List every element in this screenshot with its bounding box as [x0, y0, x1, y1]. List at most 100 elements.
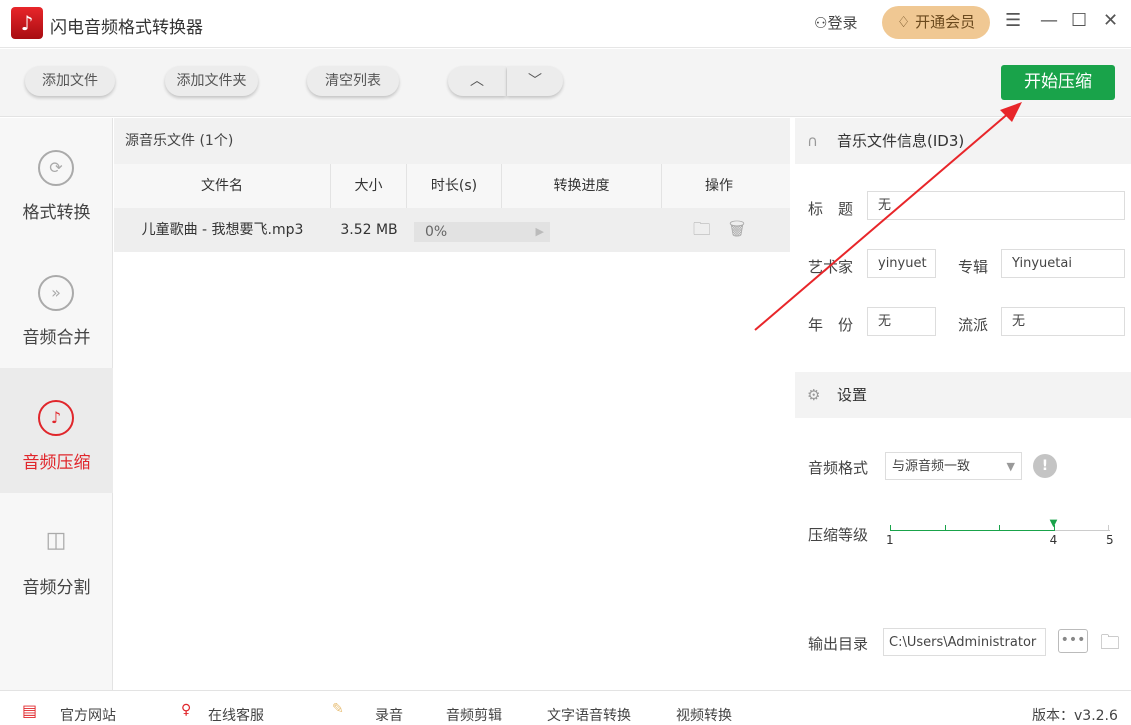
- split-icon: ◫: [45, 528, 67, 553]
- website-icon: ▤: [22, 701, 38, 720]
- progress-bar: 0% ▶: [414, 222, 550, 242]
- sidebar-item-audio-split[interactable]: ◫ 音频分割: [0, 493, 113, 618]
- maximize-icon[interactable]: ☐: [1071, 10, 1087, 31]
- slider-tick: [890, 525, 891, 531]
- audio-edit-link[interactable]: 音频剪辑: [446, 705, 502, 725]
- website-link[interactable]: 官方网站: [60, 705, 116, 725]
- actions-cell: 🗀 🗑: [662, 208, 776, 252]
- album-label: 专辑: [958, 258, 989, 276]
- close-icon[interactable]: ✕: [1103, 10, 1118, 31]
- column-size: 大小: [331, 164, 407, 208]
- gear-icon: ⚙: [807, 386, 821, 404]
- table-header: 文件名 大小 时长(s) 转换进度 操作: [114, 164, 790, 208]
- compression-slider[interactable]: ▼ 1 4 5: [886, 518, 1114, 558]
- sidebar-item-label: 格式转换: [22, 203, 91, 223]
- year-field[interactable]: 无: [867, 307, 936, 336]
- output-path-field[interactable]: C:\Users\Administrator: [883, 628, 1046, 656]
- video-convert-link[interactable]: 视频转换: [676, 705, 732, 725]
- support-icon: ♀: [181, 702, 192, 718]
- login-label: 登录: [827, 14, 858, 32]
- format-select[interactable]: 与源音频一致 ▼: [885, 452, 1022, 480]
- id3-header: ∩ 音乐文件信息(ID3): [795, 118, 1131, 164]
- level-label: 压缩等级: [808, 526, 869, 544]
- file-list: 源音乐文件 (1个) 文件名 大小 时长(s) 转换进度 操作 儿童歌曲 - 我…: [114, 118, 790, 690]
- file-size: 3.52 MB: [340, 222, 398, 238]
- level-min-label: 1: [886, 533, 894, 547]
- year-label: 年 份: [808, 316, 854, 334]
- trash-icon[interactable]: 🗑: [729, 219, 745, 240]
- login-button[interactable]: ⚇登录: [814, 12, 857, 33]
- sidebar: ⟳ 格式转换 » 音频合并 ♪ 音频压缩 ◫ 音频分割: [0, 118, 113, 690]
- sidebar-item-audio-merge[interactable]: » 音频合并: [0, 243, 113, 368]
- column-actions: 操作: [705, 178, 733, 194]
- slider-tick: [944, 525, 946, 531]
- progress-text: 0%: [425, 224, 448, 240]
- title-field[interactable]: 无: [867, 191, 1125, 220]
- app-logo-icon: ♪: [11, 7, 43, 39]
- minimize-icon[interactable]: —: [1040, 10, 1058, 31]
- id3-title: 音乐文件信息(ID3): [837, 132, 965, 150]
- music-note-icon: ♪: [38, 400, 74, 436]
- app-title: 闪电音频格式转换器: [50, 18, 203, 38]
- menu-icon[interactable]: ☰: [1005, 10, 1021, 31]
- settings-header: ⚙ 设置: [795, 372, 1131, 418]
- play-icon[interactable]: ▶: [536, 222, 544, 242]
- diamond-icon: ♢: [896, 13, 916, 31]
- output-label: 输出目录: [808, 635, 869, 653]
- genre-field[interactable]: 无: [1001, 307, 1125, 336]
- clear-list-button[interactable]: 清空列表: [307, 66, 399, 96]
- browse-button[interactable]: •••: [1058, 629, 1088, 653]
- chevron-down-icon: ﹀: [528, 73, 542, 89]
- artist-field[interactable]: yinyuet: [867, 249, 936, 278]
- user-icon: ⚇: [814, 14, 828, 32]
- sidebar-item-label: 音频合并: [22, 328, 91, 348]
- dropdown-arrow-icon: ▼: [1006, 460, 1015, 473]
- file-list-header: 源音乐文件 (1个): [114, 118, 790, 164]
- title-label: 标 题: [808, 200, 854, 218]
- column-progress: 转换进度: [502, 164, 662, 208]
- format-label: 音频格式: [808, 459, 869, 477]
- add-file-button[interactable]: 添加文件: [25, 66, 115, 96]
- headphones-icon: ∩: [807, 132, 818, 150]
- version-label: 版本：v3.2.6: [1032, 708, 1118, 724]
- chevron-up-icon: ︿: [470, 73, 484, 89]
- level-value-label: 4: [1049, 533, 1058, 547]
- sidebar-item-audio-compress[interactable]: ♪ 音频压缩: [0, 368, 113, 493]
- footer: ▤ 官方网站 ♀ 在线客服 ✎ 录音 音频剪辑 文字语音转换 视频转换 版本：v…: [0, 690, 1131, 725]
- record-icon: ✎: [332, 701, 344, 717]
- record-link[interactable]: 录音: [375, 705, 403, 725]
- sidebar-item-label: 音频分割: [22, 578, 91, 598]
- sidebar-item-format-convert[interactable]: ⟳ 格式转换: [0, 118, 113, 243]
- toolbar: 添加文件 添加文件夹 清空列表 ︿ ﹀ 开始压缩: [0, 49, 1131, 117]
- vip-label: 开通会员: [915, 13, 976, 31]
- more-icon: •••: [1060, 632, 1086, 648]
- slider-thumb[interactable]: ▼: [1050, 518, 1058, 529]
- file-name: 儿童歌曲 - 我想要飞.mp3: [141, 222, 304, 238]
- level-max-label: 5: [1106, 533, 1114, 547]
- tts-link[interactable]: 文字语音转换: [547, 705, 631, 725]
- support-link[interactable]: 在线客服: [208, 705, 264, 725]
- add-folder-button[interactable]: 添加文件夹: [165, 66, 258, 96]
- merge-icon: »: [38, 275, 74, 311]
- artist-label: 艺术家: [808, 258, 854, 276]
- column-duration: 时长(s): [407, 164, 502, 208]
- refresh-icon: ⟳: [38, 150, 74, 186]
- start-compress-button[interactable]: 开始压缩: [1001, 65, 1115, 100]
- slider-fill: [890, 530, 1054, 531]
- right-panel: ∩ 音乐文件信息(ID3) 标 题 无 艺术家 yinyuet 专辑 Yinyue…: [795, 118, 1131, 690]
- sidebar-item-label: 音频压缩: [22, 453, 91, 473]
- open-folder-icon[interactable]: 🗀: [1100, 628, 1120, 662]
- column-filename: 文件名: [114, 164, 331, 208]
- slider-tick: [999, 525, 1000, 531]
- genre-label: 流派: [958, 316, 989, 334]
- album-field[interactable]: Yinyuetai: [1001, 249, 1125, 278]
- slider-tick: [1108, 525, 1109, 531]
- move-up-button[interactable]: ︿: [448, 66, 506, 96]
- settings-title: 设置: [837, 386, 868, 404]
- vip-button[interactable]: ♢ 开通会员: [882, 6, 990, 39]
- format-value: 与源音频一致: [892, 459, 971, 474]
- move-down-button[interactable]: ﹀: [507, 66, 563, 96]
- title-bar: ♪ 闪电音频格式转换器 ⚇登录 ♢ 开通会员 ☰ — ☐ ✕: [0, 0, 1131, 48]
- info-icon[interactable]: !: [1033, 454, 1057, 478]
- folder-icon[interactable]: 🗀: [693, 219, 711, 240]
